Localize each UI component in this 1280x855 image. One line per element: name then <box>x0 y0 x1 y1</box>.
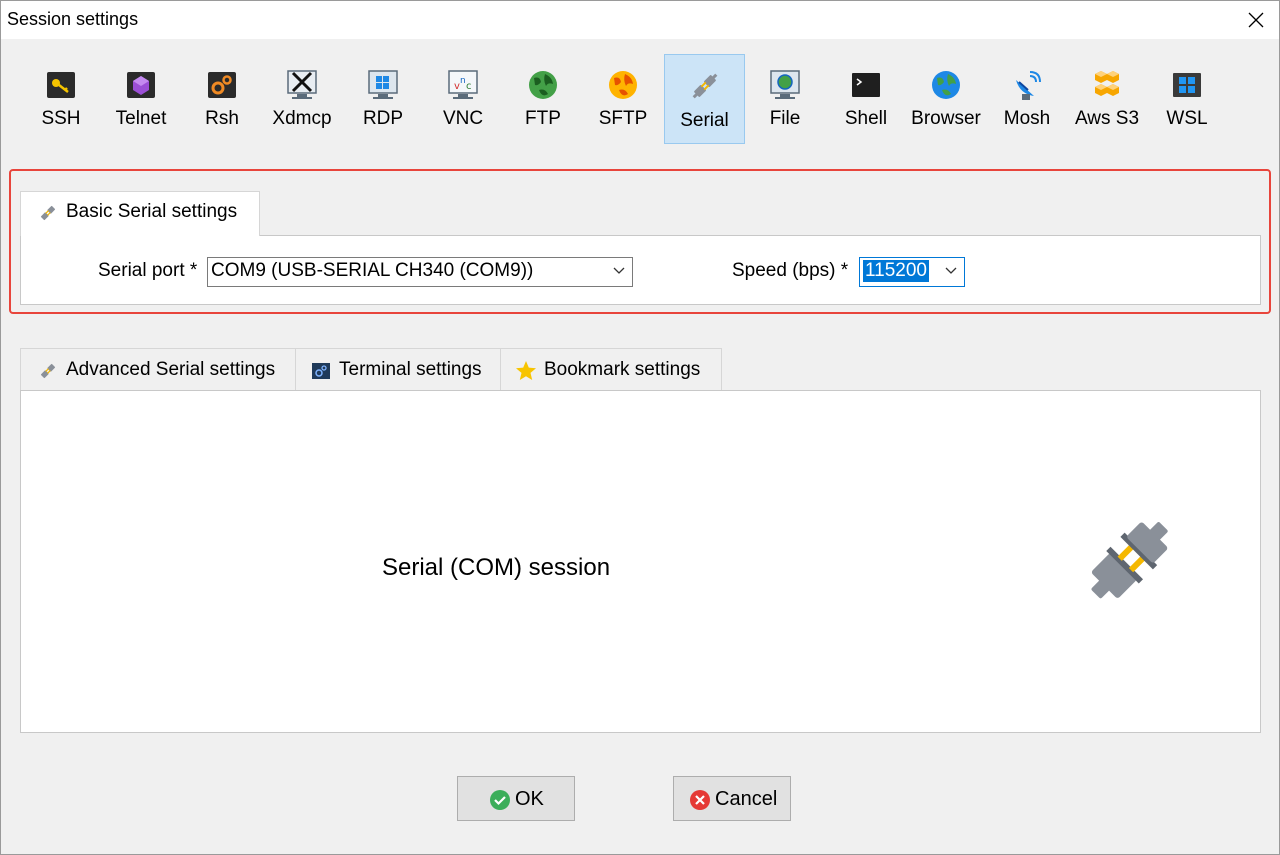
wsl-windows-icon <box>1173 73 1201 97</box>
tool-label: SFTP <box>598 108 648 129</box>
cancel-icon <box>690 790 710 810</box>
ok-button[interactable]: OK <box>457 776 575 821</box>
tab-label: Advanced Serial settings <box>66 359 276 380</box>
tool-label: VNC <box>442 108 484 129</box>
tool-label: Serial <box>680 110 729 131</box>
tab-basic-serial-settings[interactable]: Basic Serial settings <box>20 191 260 236</box>
tool-label: RDP <box>362 108 404 129</box>
tab-bookmark-settings[interactable]: Bookmark settings <box>500 348 722 390</box>
tool-label: Browser <box>911 108 981 129</box>
tool-mosh[interactable]: Mosh <box>987 54 1067 144</box>
tool-label: Xdmcp <box>272 108 332 129</box>
tool-rsh[interactable]: Rsh <box>182 54 262 144</box>
tool-label: Shell <box>844 108 888 129</box>
speed-value: 115200 <box>863 260 929 282</box>
tool-ssh[interactable]: SSH <box>21 54 101 144</box>
svg-text:n: n <box>460 76 466 86</box>
tool-ftp[interactable]: FTP <box>503 54 583 144</box>
tool-telnet[interactable]: Telnet <box>101 54 181 144</box>
tab-label: Basic Serial settings <box>66 201 238 222</box>
speed-label: Speed (bps) * <box>732 260 849 281</box>
tool-wsl[interactable]: WSL <box>1147 54 1227 144</box>
sftp-globe-icon <box>609 71 637 99</box>
tab-label: Bookmark settings <box>544 359 701 380</box>
tool-serial[interactable]: Serial <box>664 54 745 144</box>
tool-label: Telnet <box>115 108 167 129</box>
ssh-key-icon <box>47 72 75 98</box>
tool-label: SSH <box>41 108 81 129</box>
session-description: Serial (COM) session <box>382 554 611 581</box>
shell-terminal-icon <box>852 73 880 97</box>
cancel-label: Cancel <box>715 788 778 810</box>
svg-text:c: c <box>466 81 472 92</box>
serial-plug-icon <box>1091 522 1168 599</box>
telnet-icon <box>127 72 155 98</box>
tool-label: Aws S3 <box>1074 108 1140 129</box>
cancel-button[interactable]: Cancel <box>673 776 791 821</box>
aws-s3-icon <box>1095 71 1119 96</box>
window-title: Session settings <box>7 9 139 29</box>
tool-rdp[interactable]: RDP <box>343 54 423 144</box>
close-button[interactable] <box>1233 1 1279 39</box>
browser-globe-icon <box>932 71 960 99</box>
ok-label: OK <box>515 788 544 810</box>
title-bar: Session settings <box>1 1 1279 39</box>
tab-advanced-serial-settings[interactable]: Advanced Serial settings <box>20 348 296 390</box>
serial-port-label: Serial port * <box>98 260 198 281</box>
chevron-down-icon <box>945 267 957 274</box>
check-icon <box>490 790 510 810</box>
star-icon <box>516 361 536 380</box>
tool-xdmcp[interactable]: Xdmcp <box>262 54 342 144</box>
terminal-settings-icon <box>312 363 330 379</box>
ftp-globe-icon <box>529 71 557 99</box>
serial-plug-icon <box>40 363 56 379</box>
session-info-panel <box>20 390 1261 733</box>
tool-label: Mosh <box>1003 108 1051 129</box>
tool-aws-s3[interactable]: Aws S3 <box>1067 54 1147 144</box>
tool-sftp[interactable]: SFTP <box>583 54 663 144</box>
rdp-icon <box>368 70 398 99</box>
tool-shell[interactable]: Shell <box>826 54 906 144</box>
chevron-down-icon <box>613 267 625 274</box>
speed-select[interactable]: 115200 <box>859 257 965 287</box>
mosh-satellite-icon <box>1016 71 1041 100</box>
serial-port-value: COM9 (USB-SERIAL CH340 (COM9)) <box>211 260 534 281</box>
file-monitor-icon <box>770 70 800 99</box>
tool-label: Rsh <box>205 108 239 129</box>
tool-vnc[interactable]: v n c VNC <box>423 54 503 144</box>
close-icon <box>1248 12 1264 28</box>
tool-label: WSL <box>1166 108 1208 129</box>
session-settings-dialog: Session settings SSH Telnet Rsh Xdmcp RD… <box>0 0 1280 855</box>
basic-settings-panel: Serial port * COM9 (USB-SERIAL CH340 (CO… <box>20 235 1261 305</box>
tab-label: Terminal settings <box>339 359 482 380</box>
serial-port-select[interactable]: COM9 (USB-SERIAL CH340 (COM9)) <box>207 257 633 287</box>
tool-label: File <box>769 108 801 129</box>
xdmcp-icon <box>287 70 317 99</box>
session-type-toolbar: SSH Telnet Rsh Xdmcp RDP v n c VNC FTP S… <box>1 39 1279 157</box>
tool-file[interactable]: File <box>745 54 825 144</box>
serial-plug-icon <box>692 73 717 99</box>
tool-label: FTP <box>525 108 561 129</box>
vnc-icon: v n c <box>448 70 478 99</box>
tab-terminal-settings[interactable]: Terminal settings <box>295 348 501 390</box>
rsh-icon <box>208 72 236 98</box>
serial-plug-icon <box>40 205 56 221</box>
tool-browser[interactable]: Browser <box>906 54 986 144</box>
tab-joint <box>21 234 259 236</box>
